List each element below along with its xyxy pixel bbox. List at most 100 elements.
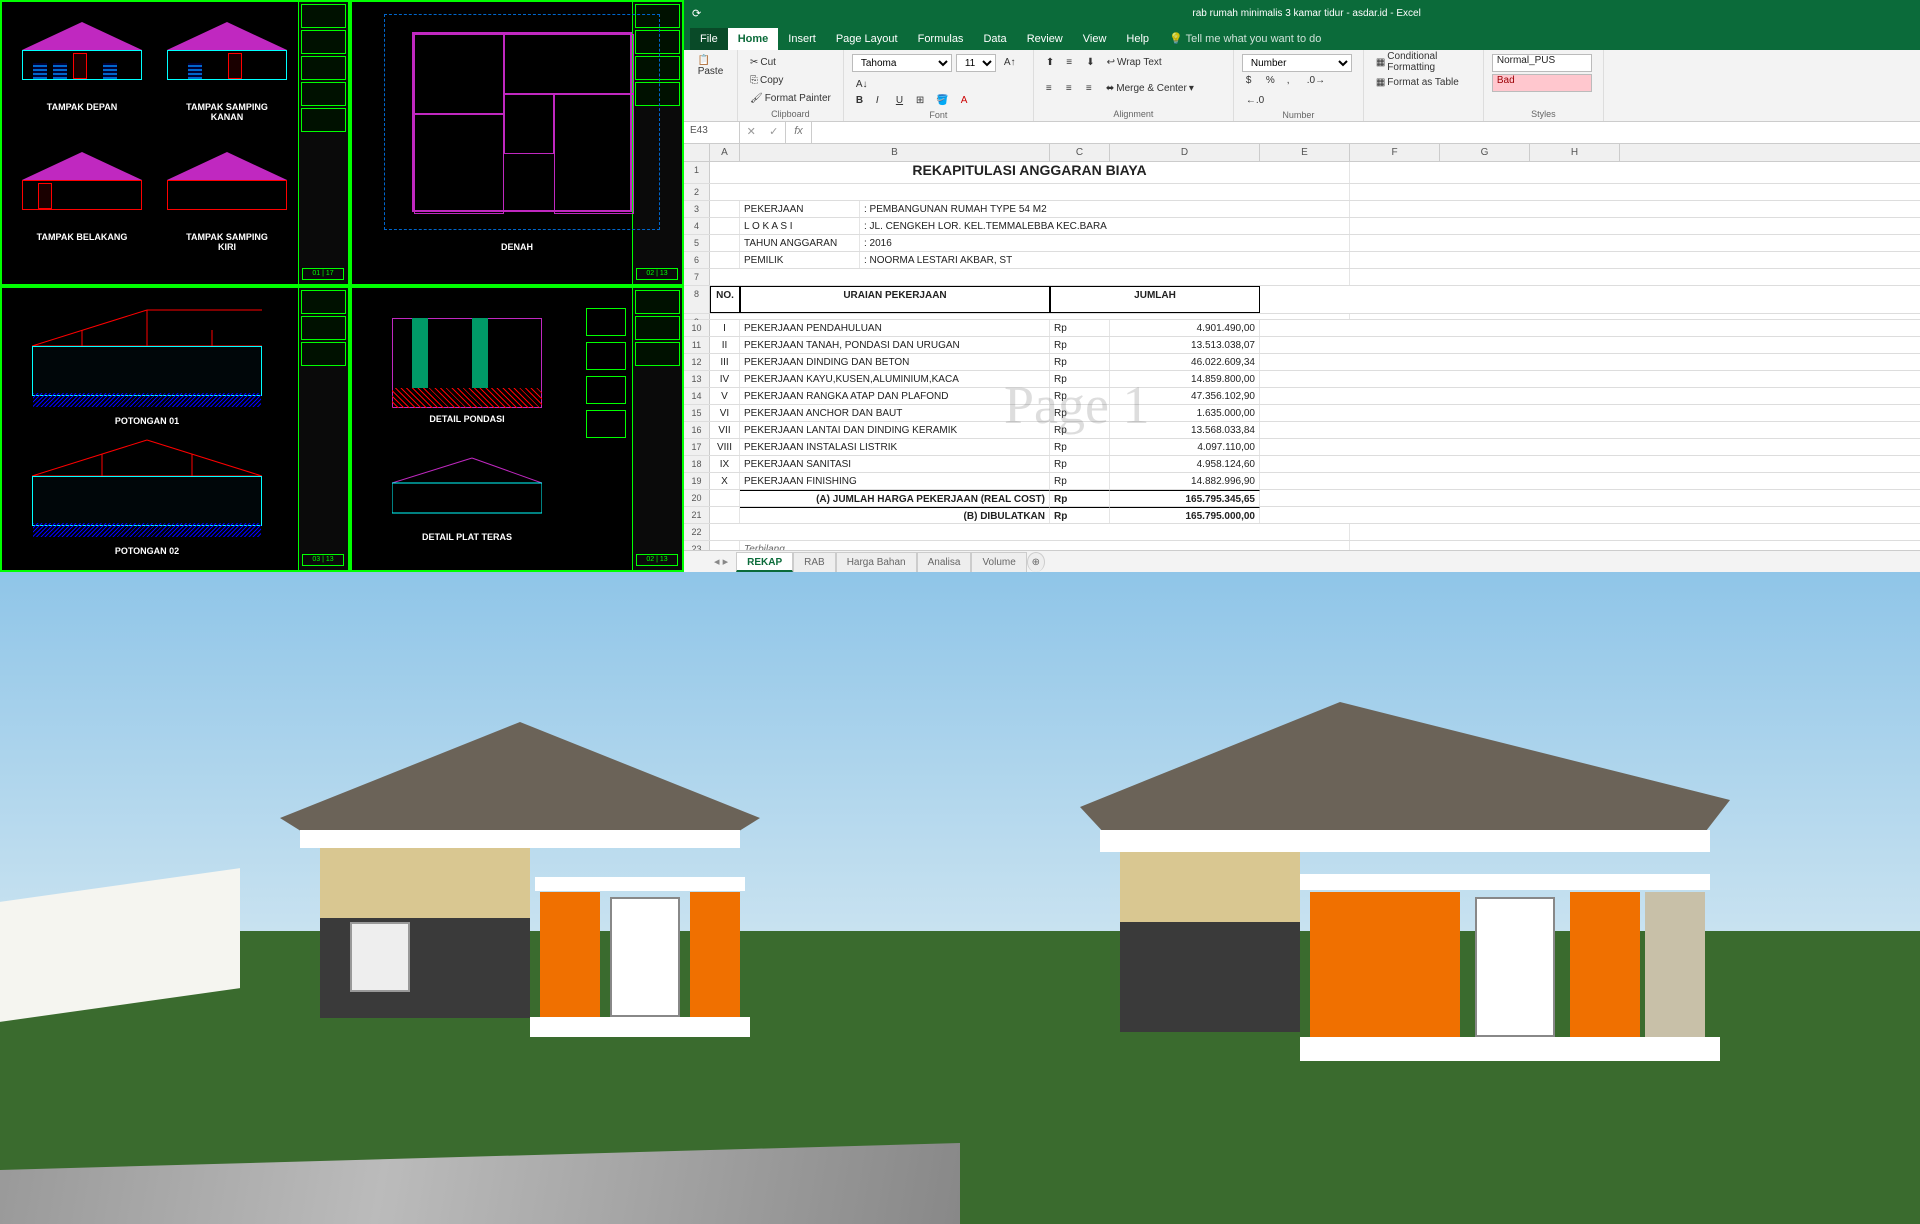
name-box[interactable]: E43 xyxy=(684,122,740,143)
cad-page-2: 02 | 13 xyxy=(636,268,678,280)
col-h[interactable]: H xyxy=(1530,144,1620,161)
tab-file[interactable]: File xyxy=(690,28,728,50)
font-name-select[interactable]: Tahoma xyxy=(852,54,952,72)
cad-floorplan-panel: DENAH 02 | 13 xyxy=(350,0,684,286)
col-e[interactable]: E xyxy=(1260,144,1350,161)
tab-page-layout[interactable]: Page Layout xyxy=(826,28,908,50)
percent-icon[interactable]: % xyxy=(1262,72,1279,88)
fx-accept-icon[interactable]: ✓ xyxy=(763,122,786,143)
style-normal[interactable]: Normal_PUS xyxy=(1492,54,1592,72)
tab-view[interactable]: View xyxy=(1073,28,1117,50)
excel-ribbon: 📋Paste ✂ Cut ⎘ Copy 🖌 Format Painter Cli… xyxy=(684,50,1920,122)
tab-insert[interactable]: Insert xyxy=(778,28,826,50)
cad-page-4: 02 | 13 xyxy=(636,554,678,566)
worksheet-area[interactable]: A B C D E F G H 1REKAPITULASI ANGGARAN B… xyxy=(684,144,1920,550)
number-format-select[interactable]: Number xyxy=(1242,54,1352,72)
tab-data[interactable]: Data xyxy=(973,28,1016,50)
column-headers: A B C D E F G H xyxy=(684,144,1920,162)
align-bot-icon[interactable]: ⬇ xyxy=(1082,54,1098,70)
font-size-select[interactable]: 11 xyxy=(956,54,996,72)
elevation-right-label: TAMPAK SAMPING KANAN xyxy=(177,102,277,122)
sheet-tab-rekap[interactable]: REKAP xyxy=(736,552,793,572)
detail-teras-label: DETAIL PLAT TERAS xyxy=(417,532,517,542)
section-2-label: POTONGAN 02 xyxy=(97,546,197,556)
col-f[interactable]: F xyxy=(1350,144,1440,161)
increase-font-icon[interactable]: A↑ xyxy=(1000,54,1020,70)
excel-title: rab rumah minimalis 3 kamar tidur - asda… xyxy=(701,8,1912,19)
section-1-label: POTONGAN 01 xyxy=(97,416,197,426)
cad-page-1: 01 | 17 xyxy=(302,268,344,280)
formula-input[interactable] xyxy=(812,122,1920,143)
col-g[interactable]: G xyxy=(1440,144,1530,161)
align-center-icon[interactable]: ≡ xyxy=(1062,81,1078,97)
sheet-tab-analisa[interactable]: Analisa xyxy=(917,552,972,572)
elevation-front-label: TAMPAK DEPAN xyxy=(32,102,132,112)
currency-icon[interactable]: $ xyxy=(1242,72,1258,88)
sheet-tab-harga[interactable]: Harga Bahan xyxy=(836,552,917,572)
excel-window: ⟳ rab rumah minimalis 3 kamar tidur - as… xyxy=(684,0,1920,572)
cut-button[interactable]: ✂ Cut xyxy=(746,54,835,70)
merge-center-button[interactable]: ⬌ Merge & Center ▾ xyxy=(1102,81,1198,97)
fx-cancel-icon[interactable]: ✕ xyxy=(740,122,763,143)
tab-formulas[interactable]: Formulas xyxy=(908,28,974,50)
window xyxy=(350,922,410,992)
styles-group-label: Styles xyxy=(1492,109,1595,119)
border-button[interactable]: ⊞ xyxy=(912,92,928,108)
fill-color-button[interactable]: 🪣 xyxy=(932,92,952,108)
cad-elevations-panel: TAMPAK DEPAN TAMPAK SAMPING KANAN TAMPAK… xyxy=(0,0,350,286)
floorplan-title: DENAH xyxy=(467,242,567,252)
excel-titlebar: ⟳ rab rumah minimalis 3 kamar tidur - as… xyxy=(684,0,1920,26)
align-right-icon[interactable]: ≡ xyxy=(1082,81,1098,97)
col-d[interactable]: D xyxy=(1110,144,1260,161)
copy-button[interactable]: ⎘ Copy xyxy=(746,72,835,88)
align-mid-icon[interactable]: ≡ xyxy=(1062,54,1078,70)
formula-bar: E43 ✕ ✓ fx xyxy=(684,122,1920,144)
cad-sections-panel: POTONGAN 01 POTONGAN 02 03 | 13 xyxy=(0,286,350,572)
col-b[interactable]: B xyxy=(740,144,1050,161)
align-top-icon[interactable]: ⬆ xyxy=(1042,54,1058,70)
inc-decimal-icon[interactable]: .0→ xyxy=(1303,72,1329,88)
decrease-font-icon[interactable]: A↓ xyxy=(852,76,872,92)
font-color-button[interactable]: A xyxy=(957,92,973,108)
paste-button[interactable]: 📋Paste xyxy=(692,54,729,98)
cad-page-3: 03 | 13 xyxy=(302,554,344,566)
font-group-label: Font xyxy=(852,110,1025,120)
tab-home[interactable]: Home xyxy=(728,28,779,50)
alignment-group-label: Alignment xyxy=(1042,109,1225,119)
format-painter-button[interactable]: 🖌 Format Painter xyxy=(746,90,835,106)
italic-button[interactable]: I xyxy=(872,92,888,108)
tell-me[interactable]: 💡 Tell me what you want to do xyxy=(1159,28,1331,50)
sheet-tab-volume[interactable]: Volume xyxy=(971,552,1026,572)
bold-button[interactable]: B xyxy=(852,92,868,108)
comma-icon[interactable]: , xyxy=(1283,72,1299,88)
dec-decimal-icon[interactable]: ←.0 xyxy=(1242,92,1268,108)
detail-foundation-label: DETAIL PONDASI xyxy=(417,414,517,424)
fx-icon[interactable]: fx xyxy=(786,122,812,143)
style-bad[interactable]: Bad xyxy=(1492,74,1592,92)
excel-ribbon-tabs: File Home Insert Page Layout Formulas Da… xyxy=(684,26,1920,50)
tab-help[interactable]: Help xyxy=(1116,28,1159,50)
col-c[interactable]: C xyxy=(1050,144,1110,161)
col-a[interactable]: A xyxy=(710,144,740,161)
elevation-rear-label: TAMPAK BELAKANG xyxy=(32,232,132,242)
render-view-2 xyxy=(960,572,1920,1224)
door xyxy=(610,897,680,1017)
conditional-formatting-button[interactable]: ▦ Conditional Formatting xyxy=(1372,54,1475,70)
door xyxy=(1475,897,1555,1037)
render-view-1 xyxy=(0,572,960,1224)
number-group-label: Number xyxy=(1242,110,1355,120)
align-left-icon[interactable]: ≡ xyxy=(1042,81,1058,97)
cad-titleblock xyxy=(298,2,348,284)
underline-button[interactable]: U xyxy=(892,92,908,108)
sheet-tab-rab[interactable]: RAB xyxy=(793,552,836,572)
tab-review[interactable]: Review xyxy=(1017,28,1073,50)
wrap-text-button[interactable]: ↩ Wrap Text xyxy=(1103,54,1166,70)
autosave-icon: ⟳ xyxy=(692,7,701,20)
format-table-button[interactable]: ▦ Format as Table xyxy=(1372,74,1475,90)
sheet-nav-icon[interactable]: ◂ ▸ xyxy=(714,555,728,568)
elevation-left-label: TAMPAK SAMPING KIRI xyxy=(177,232,277,252)
clipboard-group-label: Clipboard xyxy=(746,109,835,119)
sheet-add-button[interactable]: ⊕ xyxy=(1027,552,1045,572)
cad-details-panel: DETAIL PONDASI DETAIL PLAT TERAS 02 | 13 xyxy=(350,286,684,572)
sheet-tabs: ◂ ▸ REKAP RAB Harga Bahan Analisa Volume… xyxy=(684,550,1920,572)
